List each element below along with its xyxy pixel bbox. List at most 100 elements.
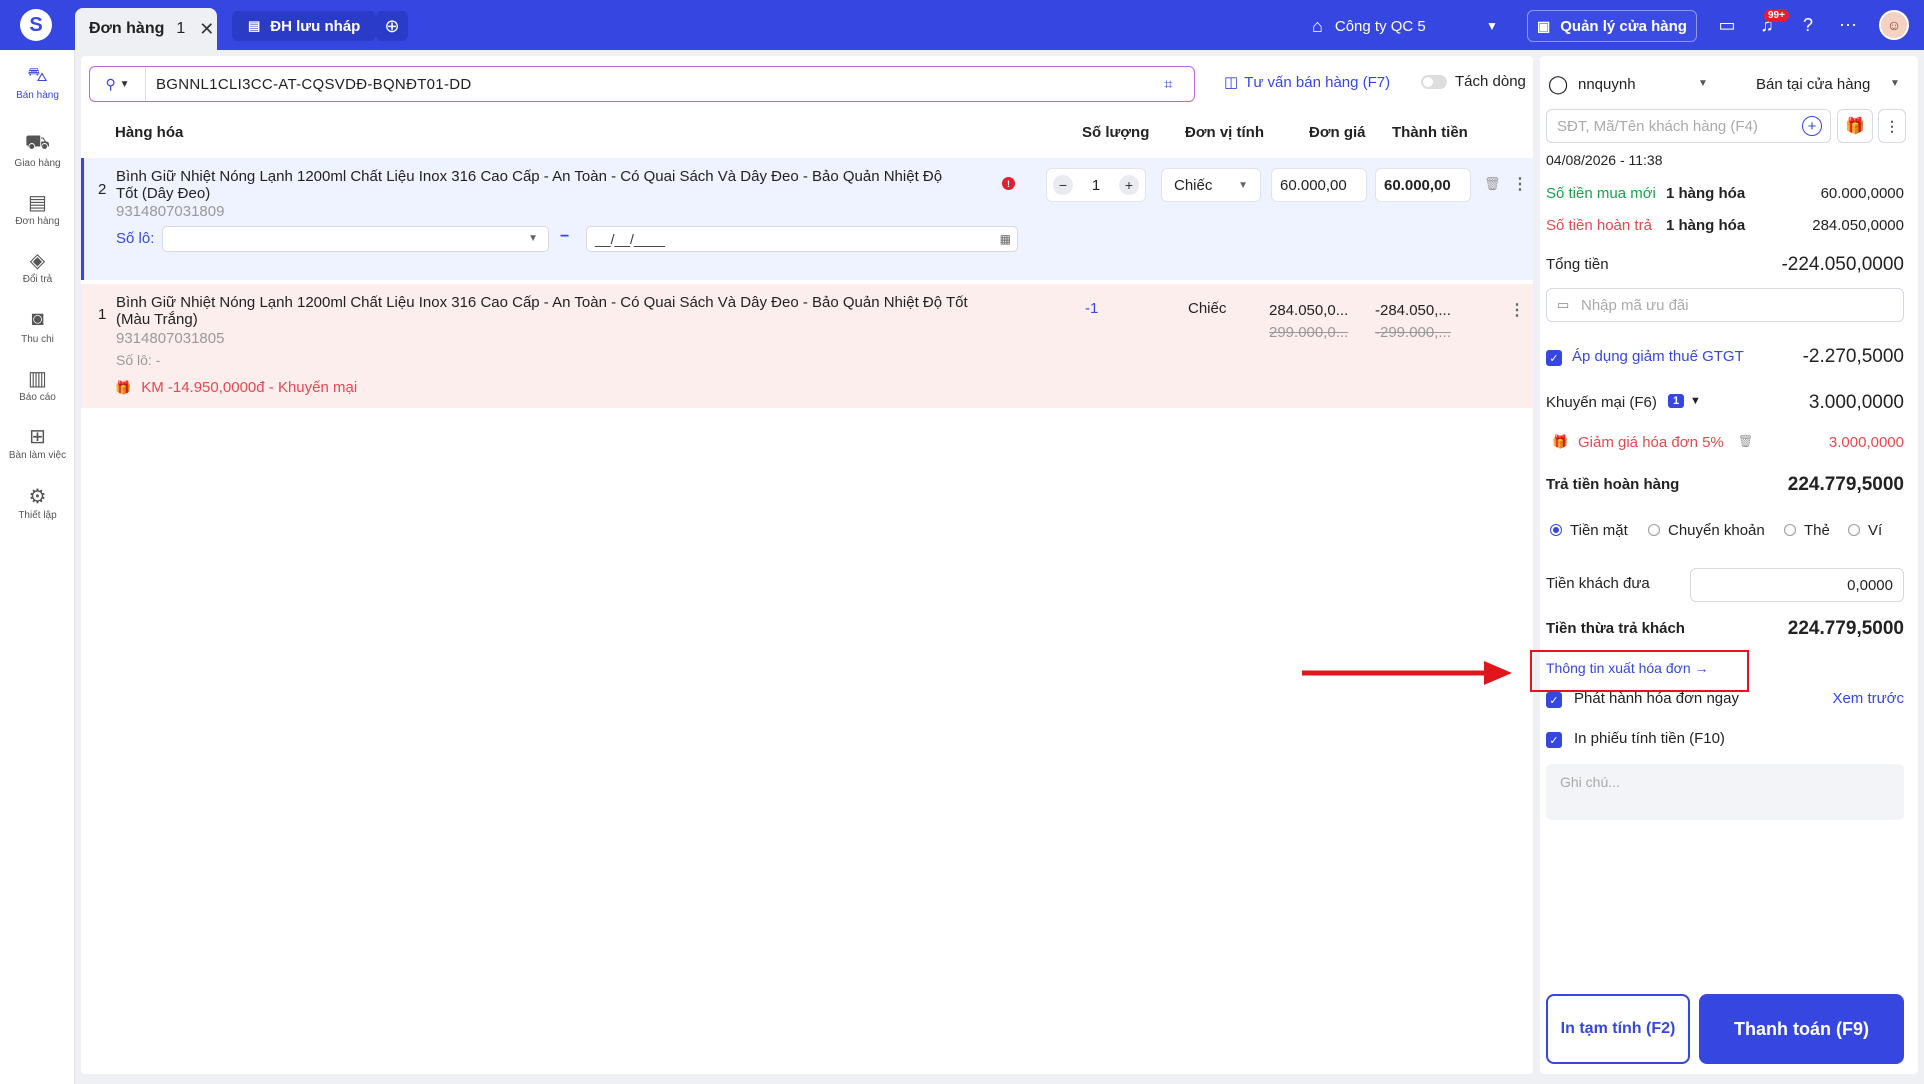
issue-invoice-checkbox[interactable]: ✓ xyxy=(1546,692,1562,708)
quantity-stepper: − 1 + xyxy=(1046,168,1146,202)
coupon-input[interactable]: ▭ Nhập mã ưu đãi xyxy=(1546,288,1904,322)
increase-button[interactable]: + xyxy=(1119,175,1139,195)
sidebar-item-settings[interactable]: ⚙ Thiết lập xyxy=(0,484,75,521)
print-receipt-checkbox[interactable]: ✓ xyxy=(1546,732,1562,748)
vat-checkbox[interactable]: ✓ xyxy=(1546,350,1562,366)
notification-badge: 99+ xyxy=(1764,9,1789,22)
bar-chart-icon: ▥ xyxy=(28,368,47,390)
total-input[interactable]: 60.000,00 xyxy=(1375,168,1471,202)
sidebar-item-cashflow[interactable]: ◙ Thu chi xyxy=(0,308,75,345)
header-product: Hàng hóa xyxy=(115,124,184,141)
tab-orders-label: Đơn hàng xyxy=(89,20,165,37)
add-customer-icon[interactable]: + xyxy=(1802,116,1822,136)
barcode-scan-icon[interactable]: ⌗ xyxy=(1164,76,1194,93)
unit-select[interactable]: Chiếc ▼ xyxy=(1161,168,1261,202)
table-row[interactable]: 1 Bình Giữ Nhiệt Nóng Lạnh 1200ml Chất L… xyxy=(81,284,1533,408)
coupon-placeholder: Nhập mã ưu đãi xyxy=(1581,297,1689,314)
total-value: -224.050,0000 xyxy=(1781,254,1904,275)
sidebar-item-reports[interactable]: ▥ Báo cáo xyxy=(0,366,75,403)
calendar-icon[interactable]: ▦ xyxy=(1000,232,1011,246)
search-mode-selector[interactable]: ⚲ ▼ xyxy=(90,67,146,101)
radio[interactable] xyxy=(1848,524,1860,536)
tab-draft-label: ĐH lưu nháp xyxy=(270,17,361,35)
toggle-switch[interactable] xyxy=(1421,74,1447,89)
app-logo[interactable]: S xyxy=(0,0,72,50)
promotion-item-label: Giảm giá hóa đơn 5% xyxy=(1578,434,1724,451)
tab-orders[interactable]: Đơn hàng 1 ✕ xyxy=(75,8,217,50)
row-index: 1 xyxy=(98,306,107,323)
radio[interactable] xyxy=(1648,524,1660,536)
radio[interactable] xyxy=(1784,524,1796,536)
line-total: -284.050,... xyxy=(1375,302,1451,319)
gift-icon: 🎁 xyxy=(115,379,132,395)
payment-card[interactable]: Thẻ xyxy=(1784,522,1830,539)
sidebar-item-delivery[interactable]: ⛟ Giao hàng xyxy=(0,132,75,169)
quantity-input[interactable]: 1 xyxy=(1092,177,1100,194)
store-management-button[interactable]: ▣ Quản lý cửa hàng xyxy=(1527,10,1697,42)
total-label: Tổng tiền xyxy=(1546,256,1609,273)
more-options-icon[interactable]: ⋮ xyxy=(1509,300,1525,320)
pay-button[interactable]: Thanh toán (F9) xyxy=(1699,994,1904,1064)
sidebar-item-returns[interactable]: ◈ Đổi trả xyxy=(0,248,75,285)
table-row[interactable]: 2 Bình Giữ Nhiệt Nóng Lạnh 1200ml Chất L… xyxy=(81,158,1533,280)
vat-label[interactable]: Áp dụng giảm thuế GTGT xyxy=(1572,348,1744,365)
unit-value: Chiếc xyxy=(1174,176,1213,194)
customer-search[interactable]: SĐT, Mã/Tên khách hàng (F4) + xyxy=(1546,109,1831,143)
expiry-date-input[interactable]: __/__/____ ▦ xyxy=(586,226,1018,252)
avatar[interactable]: ☺ xyxy=(1879,10,1909,40)
close-icon[interactable]: ✕ xyxy=(199,19,214,40)
store-manage-icon: ▣ xyxy=(1537,17,1551,34)
more-options-icon[interactable]: ⋮ xyxy=(1512,174,1528,194)
tab-draft-orders[interactable]: ▤ ĐH lưu nháp xyxy=(232,11,376,41)
payment-transfer[interactable]: Chuyển khoản xyxy=(1648,522,1765,539)
more-options-icon[interactable]: ⋮ xyxy=(1878,109,1906,143)
original-total: -299.000,... xyxy=(1375,324,1451,341)
chevron-down-icon: ▼ xyxy=(528,233,538,244)
caret-down-icon[interactable]: ▼ xyxy=(1690,395,1701,407)
header-price: Đơn giá xyxy=(1309,124,1366,141)
shopping-bag-icon: ⛍ xyxy=(27,64,48,86)
company-selector[interactable]: ⌂ Công ty QC 5 ▼ xyxy=(1312,12,1498,40)
help-icon[interactable]: ? xyxy=(1796,13,1820,37)
chat-icon[interactable]: ⋯ xyxy=(1836,13,1860,37)
sale-type[interactable]: Bán tại cửa hàng xyxy=(1756,76,1870,93)
gift-button[interactable]: 🎁 xyxy=(1837,109,1873,143)
chevron-down-icon[interactable]: ▼ xyxy=(1698,78,1708,89)
sales-advice-button[interactable]: ◫ Tư vấn bán hàng (F7) xyxy=(1224,73,1391,92)
payment-wallet[interactable]: Ví xyxy=(1848,522,1882,539)
payment-cash[interactable]: Tiền mặt xyxy=(1550,522,1628,539)
gift-icon: 🎁 xyxy=(1552,434,1569,449)
chevron-down-icon[interactable]: ▼ xyxy=(1890,78,1900,89)
given-amount-input[interactable]: 0,0000 xyxy=(1690,568,1904,602)
sidebar-item-orders[interactable]: ▤ Đơn hàng xyxy=(0,190,75,227)
header-total: Thành tiền xyxy=(1392,124,1468,141)
warning-icon[interactable]: ! xyxy=(1002,177,1015,190)
trash-icon[interactable]: 🗑 xyxy=(1738,434,1753,448)
add-tab-button[interactable]: ⊕ xyxy=(376,11,408,41)
promotion-label[interactable]: Khuyến mại (F6) xyxy=(1546,394,1657,411)
monitor-icon[interactable]: ▭ xyxy=(1715,13,1739,37)
product-sku: 9314807031809 xyxy=(116,203,225,220)
print-temp-button[interactable]: In tạm tính (F2) xyxy=(1546,994,1690,1064)
sales-advice-label: Tư vấn bán hàng (F7) xyxy=(1244,73,1391,91)
clipboard-icon: ▤ xyxy=(28,192,47,214)
new-purchase-value: 60.000,0000 xyxy=(1820,185,1904,202)
price-input[interactable]: 60.000,00 xyxy=(1271,168,1367,202)
split-line-toggle[interactable]: Tách dòng xyxy=(1421,73,1526,90)
lot-select[interactable]: ▼ xyxy=(162,226,549,252)
search-input[interactable]: BGNNL1CLI3CC-AT-CQSVDĐ-BQNĐT01-DD xyxy=(146,76,1164,93)
trash-icon[interactable]: 🗑 xyxy=(1484,176,1501,192)
sidebar-item-workspace[interactable]: ⊞ Bàn làm việc xyxy=(0,424,75,461)
refund-count: 1 hàng hóa xyxy=(1666,217,1746,234)
cashier-name[interactable]: nnquynh xyxy=(1578,76,1636,93)
sidebar: ⛍ Bán hàng ⛟ Giao hàng ▤ Đơn hàng ◈ Đổi … xyxy=(0,50,75,1084)
product-search[interactable]: ⚲ ▼ BGNNL1CLI3CC-AT-CQSVDĐ-BQNĐT01-DD ⌗ xyxy=(89,66,1195,102)
payment-method-label: Ví xyxy=(1868,522,1883,539)
note-textarea[interactable]: Ghi chú... xyxy=(1546,764,1904,820)
document-icon: ▤ xyxy=(248,18,261,33)
radio-selected[interactable] xyxy=(1550,524,1562,536)
chevron-down-icon: ▼ xyxy=(119,78,130,90)
decrease-button[interactable]: − xyxy=(1053,175,1073,195)
preview-link[interactable]: Xem trước xyxy=(1832,690,1904,707)
sidebar-item-sales[interactable]: ⛍ Bán hàng xyxy=(0,64,75,101)
